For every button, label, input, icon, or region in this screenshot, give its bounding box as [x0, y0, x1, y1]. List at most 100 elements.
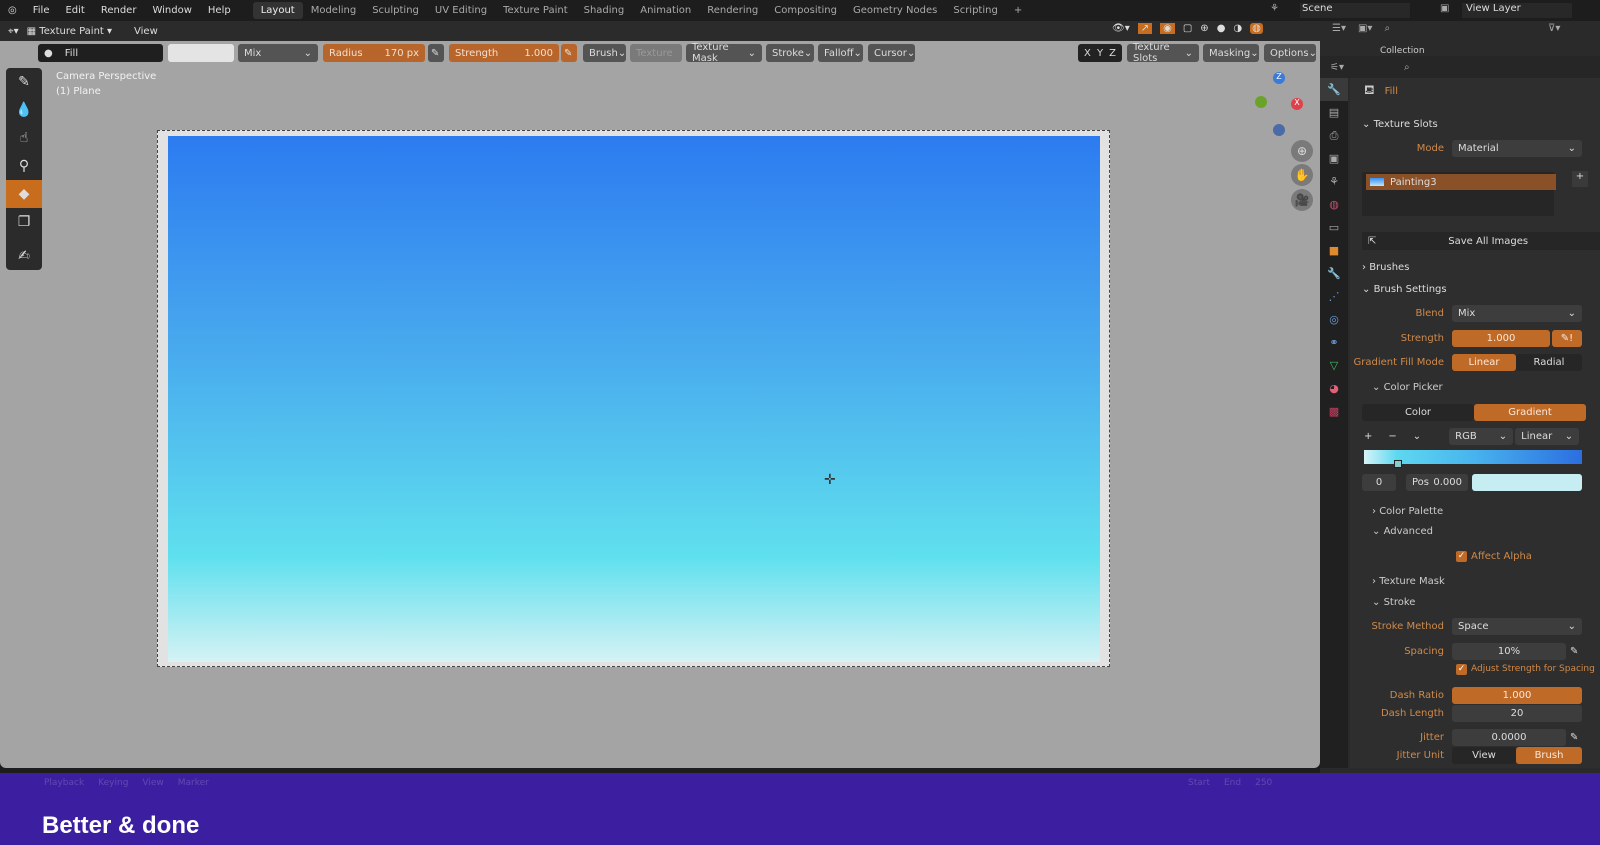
gradient-radial-button[interactable]: Radial [1516, 353, 1582, 371]
save-all-images-button[interactable]: ⇱ Save All Images [1362, 232, 1600, 250]
symmetry-axes[interactable]: XYZ [1078, 44, 1122, 62]
pan-hand-icon[interactable]: ✋ [1291, 164, 1313, 186]
texture-slots-menu[interactable]: Texture Slots ⌄ [1127, 42, 1199, 64]
add-workspace-button[interactable]: + [1006, 2, 1030, 19]
gizmo-x-axis[interactable]: X [1291, 98, 1303, 110]
blend-dropdown[interactable]: Mix ⌄ [1452, 304, 1582, 322]
falloff-menu[interactable]: Falloff ⌄ [818, 44, 863, 62]
spacing-field[interactable]: 10% [1452, 642, 1566, 660]
material-tab-icon[interactable]: ◕ [1320, 377, 1348, 400]
strength-field[interactable]: Strength 1.000 [449, 44, 559, 62]
tab-sculpting[interactable]: Sculpting [364, 2, 427, 19]
ramp-menu-icon[interactable]: ⌄ [1413, 431, 1421, 442]
tab-texture-paint[interactable]: Texture Paint [495, 2, 576, 19]
color-mode-dropdown[interactable]: RGB ⌄ [1449, 427, 1514, 445]
view-layer-tab-icon[interactable]: ▣ [1320, 147, 1348, 170]
world-tab-icon[interactable]: ◍ [1320, 193, 1348, 216]
gizmo-neg-z[interactable] [1273, 124, 1285, 136]
gizmo-icon[interactable]: ↗ [1137, 23, 1153, 34]
jitter-unit-brush[interactable]: Brush [1516, 746, 1582, 764]
marker-menu[interactable]: Marker [178, 778, 209, 788]
dash-length-field[interactable]: 20 [1452, 704, 1582, 722]
tab-uv-editing[interactable]: UV Editing [427, 2, 495, 19]
solid-shading-icon[interactable]: ● [1217, 23, 1226, 34]
zoom-icon[interactable]: ⊕ [1291, 140, 1313, 162]
object-tab-icon[interactable]: ■ [1320, 239, 1348, 262]
outliner-editor-icon[interactable]: ☰▾ [1332, 23, 1346, 34]
color-swatch[interactable] [168, 44, 234, 62]
cursor-menu[interactable]: Cursor ⌄ [868, 44, 915, 62]
options-menu[interactable]: Options ⌄ [1264, 44, 1317, 62]
gradient-mode-button[interactable]: Gradient [1474, 403, 1586, 421]
editor-type-icon[interactable]: ⌖▾ [8, 26, 19, 37]
constraints-tab-icon[interactable]: ⚭ [1320, 331, 1348, 354]
properties-editor-icon[interactable]: ⚟▾ [1330, 62, 1344, 73]
overlay-icon[interactable]: ◉ [1160, 23, 1175, 34]
physics-tab-icon[interactable]: ◎ [1320, 308, 1348, 331]
stop-color-swatch[interactable] [1472, 473, 1582, 491]
fill-tool-icon[interactable]: ◆ [6, 180, 42, 208]
tab-geometry-nodes[interactable]: Geometry Nodes [845, 2, 945, 19]
adjust-strength-checkbox[interactable]: ✓ Adjust Strength for Spacing [1350, 659, 1600, 679]
texture-mask-section[interactable]: › Texture Mask [1350, 571, 1600, 591]
color-picker-section[interactable]: ⌄ Color Picker [1350, 377, 1600, 397]
soften-tool-icon[interactable]: 💧 [6, 96, 42, 124]
masking-menu[interactable]: Masking ⌄ [1203, 44, 1259, 62]
texture-slot-item[interactable]: Painting3 [1366, 174, 1556, 190]
pressure-toggle-icon[interactable]: ✎! [1552, 329, 1582, 347]
output-tab-icon[interactable]: ⎙ [1320, 124, 1348, 147]
view-menu[interactable]: View [134, 26, 158, 37]
painted-gradient-plane[interactable] [168, 136, 1100, 662]
add-slot-button[interactable]: + [1572, 171, 1588, 187]
strength-slider[interactable]: 1.000 [1452, 329, 1550, 347]
stop-index-field[interactable]: 0 [1362, 473, 1396, 491]
particles-tab-icon[interactable]: ⋰ [1320, 285, 1348, 308]
render-tab-icon[interactable]: ▤ [1320, 101, 1348, 124]
tab-modeling[interactable]: Modeling [303, 2, 365, 19]
add-stop-button[interactable]: + [1364, 431, 1372, 442]
remove-stop-button[interactable]: − [1388, 431, 1396, 442]
gradient-linear-button[interactable]: Linear [1452, 353, 1516, 371]
menu-window[interactable]: Window [144, 5, 199, 16]
menu-file[interactable]: File [25, 5, 58, 16]
mode-selector[interactable]: ▦ Texture Paint ▾ [27, 26, 112, 37]
rendered-shading-icon[interactable]: ◍ [1250, 23, 1263, 34]
stop-position-field[interactable]: Pos 0.000 [1406, 473, 1468, 491]
strength-pressure-icon[interactable]: ✎ [561, 44, 577, 62]
ramp-stop-handle[interactable] [1394, 460, 1402, 468]
blender-logo-icon[interactable]: ◎ [0, 5, 25, 16]
interpolation-dropdown[interactable]: Linear ⌄ [1515, 427, 1580, 445]
tab-scripting[interactable]: Scripting [945, 2, 1005, 19]
brush-selector[interactable]: ● Fill [38, 44, 163, 62]
stroke-menu[interactable]: Stroke ⌄ [766, 44, 814, 62]
jitter-unit-view[interactable]: View [1452, 746, 1516, 764]
navigation-gizmo[interactable]: Z X [1250, 70, 1310, 136]
stroke-section[interactable]: ⌄ Stroke [1350, 592, 1600, 612]
mask-tool-icon[interactable]: ❐ [6, 208, 42, 236]
pressure-icon[interactable]: ✎ [428, 44, 444, 62]
mode-dropdown[interactable]: Material ⌄ [1452, 139, 1582, 157]
tab-animation[interactable]: Animation [632, 2, 699, 19]
jitter-pressure-icon[interactable]: ✎ [1566, 732, 1578, 743]
playback-menu[interactable]: Playback [44, 778, 84, 788]
color-mode-button[interactable]: Color [1362, 403, 1474, 421]
material-shading-icon[interactable]: ◑ [1233, 23, 1242, 34]
view-layer-selector[interactable]: View Layer [1462, 3, 1572, 18]
brushes-section[interactable]: › Brushes [1350, 257, 1600, 277]
affect-alpha-checkbox[interactable]: ✓ Affect Alpha [1350, 546, 1600, 566]
tab-compositing[interactable]: Compositing [766, 2, 845, 19]
filter-icon[interactable]: ⊽▾ [1548, 23, 1560, 34]
data-tab-icon[interactable]: ▽ [1320, 354, 1348, 377]
clone-tool-icon[interactable]: ⚲ [6, 152, 42, 180]
axis-z[interactable]: Z [1109, 48, 1116, 59]
timeline-view-menu[interactable]: View [142, 778, 163, 788]
tool-tab-icon[interactable]: 🔧 [1320, 78, 1348, 101]
end-value[interactable]: 250 [1255, 778, 1272, 788]
menu-edit[interactable]: Edit [57, 5, 92, 16]
texture-slots-section[interactable]: ⌄ Texture Slots [1350, 114, 1600, 134]
properties-search-icon[interactable]: ⌕ [1404, 62, 1410, 73]
display-mode-icon[interactable]: ▣▾ [1358, 23, 1372, 34]
smear-tool-icon[interactable]: ☝ [6, 124, 42, 152]
keying-menu[interactable]: Keying [98, 778, 128, 788]
scene-selector[interactable]: Scene [1300, 3, 1410, 18]
